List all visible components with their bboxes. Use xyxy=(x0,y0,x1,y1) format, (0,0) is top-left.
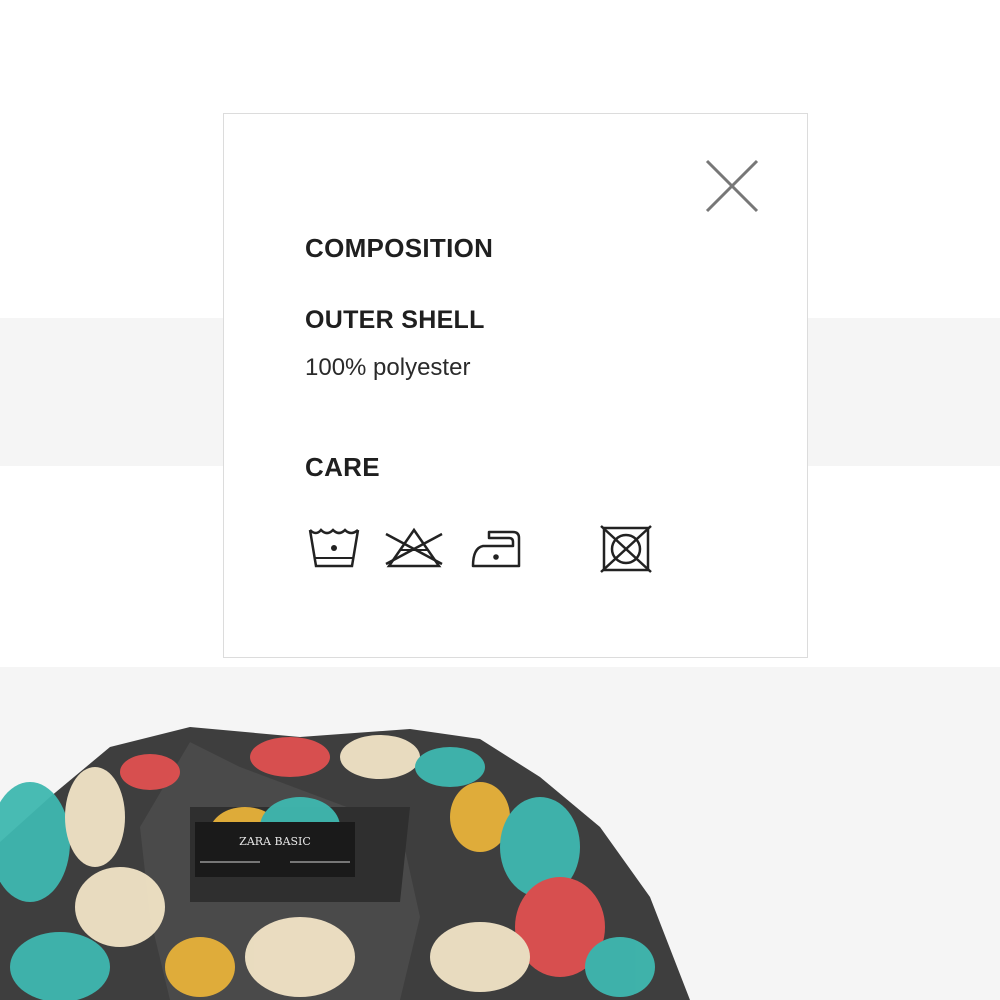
care-icons xyxy=(307,524,667,580)
iron-low-icon xyxy=(471,530,521,568)
do-not-bleach-icon xyxy=(385,527,443,568)
outer-shell-value: 100% polyester xyxy=(305,354,471,381)
outer-shell-title: OUTER SHELL xyxy=(305,306,485,334)
care-title: CARE xyxy=(305,452,380,482)
product-image-area: ZARA BASIC xyxy=(0,667,1000,1000)
close-button[interactable] xyxy=(702,156,762,216)
product-image: ZARA BASIC xyxy=(0,727,690,1000)
do-not-tumble-dry-icon xyxy=(600,525,652,573)
composition-care-modal: COMPOSITION OUTER SHELL 100% polyester C… xyxy=(223,113,808,658)
shirt-label-text: ZARA BASIC xyxy=(239,835,311,848)
close-icon xyxy=(705,159,759,213)
page: ZARA BASIC COMPOSITION OUTER SHELL 100% … xyxy=(0,0,1000,1000)
composition-title: COMPOSITION xyxy=(305,233,494,263)
wash-30-icon xyxy=(308,528,360,568)
